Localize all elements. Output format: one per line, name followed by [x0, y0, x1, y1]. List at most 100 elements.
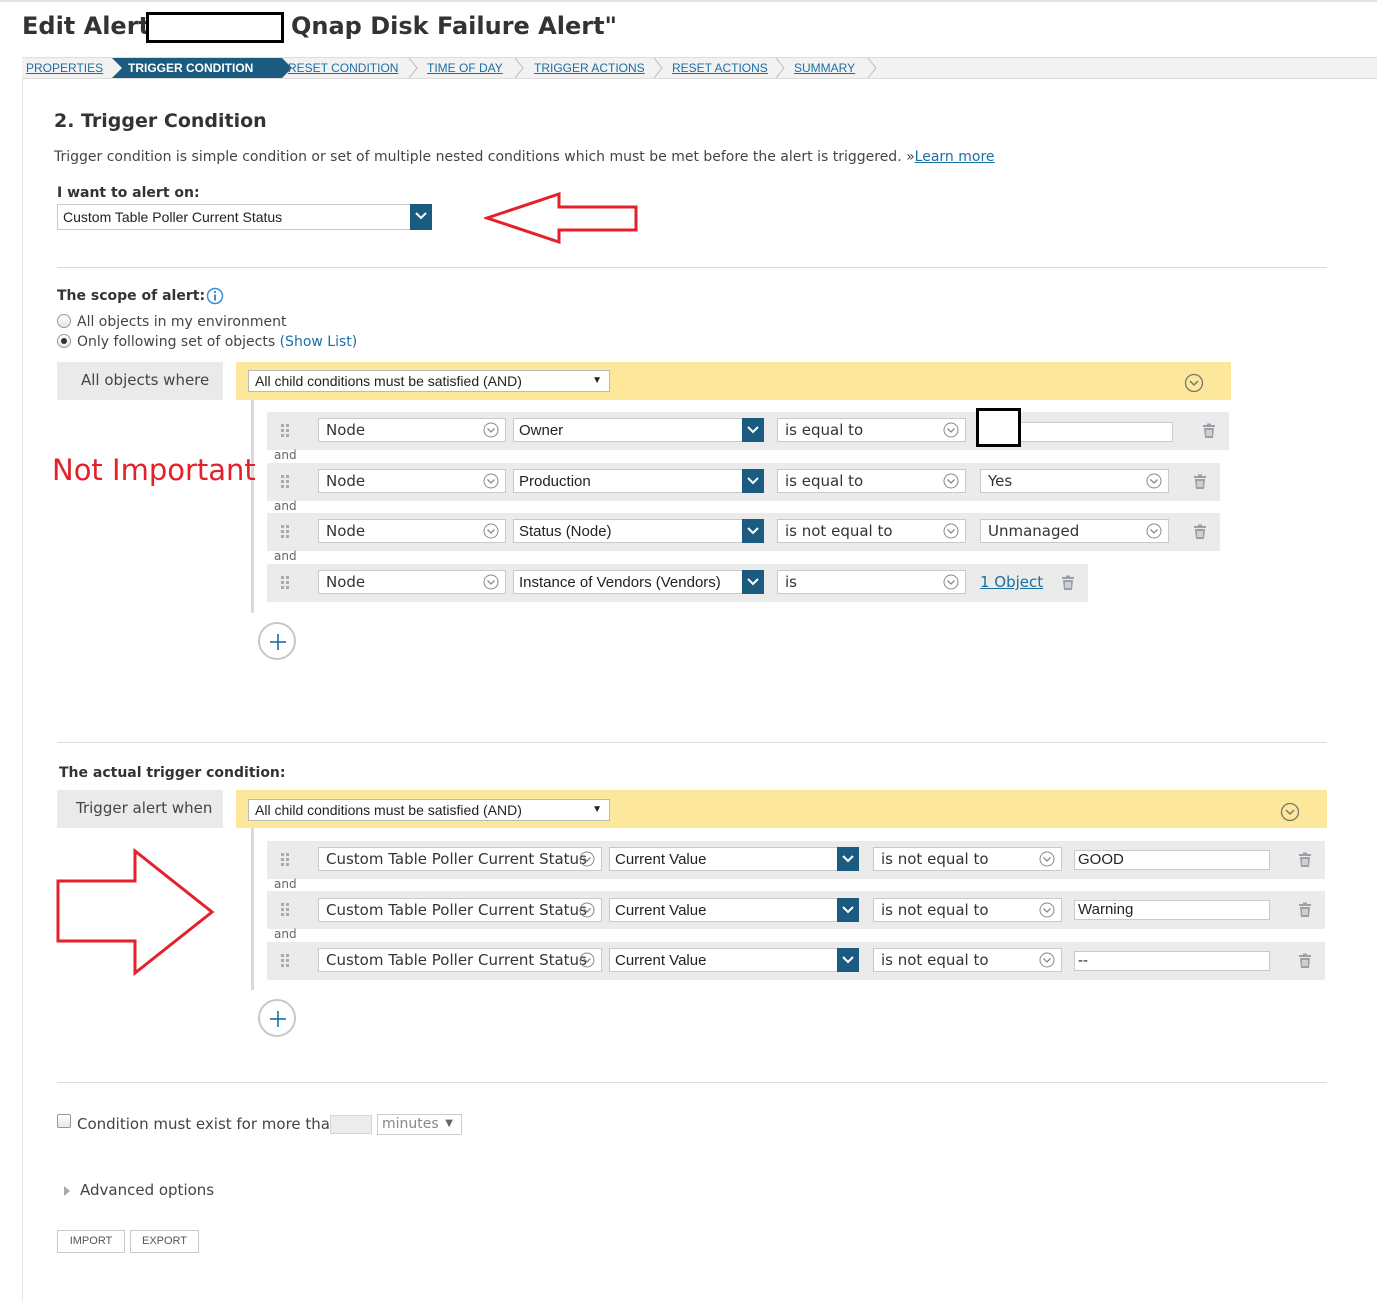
condition-operator-select[interactable]: is not equal to — [873, 847, 1062, 871]
condition-field-select[interactable]: Status (Node) — [513, 519, 764, 543]
trigger-label: The actual trigger condition: — [59, 765, 286, 781]
crumb-trigger-actions[interactable]: TRIGGER ACTIONS — [534, 58, 645, 78]
condition-value-text: Warning — [1078, 901, 1134, 918]
crumb-trigger-condition[interactable]: TRIGGER CONDITION — [128, 58, 253, 78]
info-icon[interactable] — [206, 287, 224, 305]
condition-field-select[interactable]: Owner — [513, 418, 764, 442]
drag-handle-icon[interactable] — [281, 903, 291, 917]
minutes-input[interactable] — [330, 1115, 372, 1134]
minutes-unit-value: minutes — [382, 1116, 439, 1132]
chevron-down-icon — [742, 469, 764, 493]
drag-handle-icon[interactable] — [281, 475, 291, 489]
add-scope-condition-button[interactable] — [258, 622, 296, 660]
condition-field-value: Current Value — [615, 952, 707, 969]
condition-object-select[interactable]: Node — [318, 418, 506, 442]
and-label: and — [274, 549, 297, 563]
crumb-reset-actions[interactable]: RESET ACTIONS — [672, 58, 768, 78]
chevron-down-icon — [483, 422, 499, 438]
condition-operator-select[interactable]: is — [777, 570, 966, 594]
condition-operator-select[interactable]: is equal to — [777, 469, 966, 493]
add-trigger-condition-button[interactable] — [258, 999, 296, 1037]
trash-icon[interactable] — [1297, 953, 1313, 969]
page-title-suffix: Qnap Disk Failure Alert" — [291, 12, 618, 40]
condition-operator-select[interactable]: is not equal to — [777, 519, 966, 543]
chevron-down-icon — [1039, 902, 1055, 918]
learn-more-link[interactable]: Learn more — [915, 149, 995, 165]
collapse-group-icon[interactable] — [1184, 373, 1204, 393]
condition-field-select[interactable]: Current Value — [609, 847, 859, 871]
drag-handle-icon[interactable] — [281, 576, 291, 590]
condition-operator-value: is — [785, 573, 797, 591]
condition-exist-checkbox[interactable] — [57, 1114, 71, 1128]
alert-on-select[interactable]: Custom Table Poller Current Status — [57, 204, 432, 230]
drag-handle-icon[interactable] — [281, 853, 291, 867]
scope-following-radio[interactable] — [57, 334, 71, 348]
condition-field-select[interactable]: Instance of Vendors (Vendors) — [513, 570, 764, 594]
condition-value-input[interactable]: Warning — [1074, 900, 1270, 920]
condition-object-select[interactable]: Node — [318, 519, 506, 543]
show-list-link[interactable]: (Show List) — [280, 334, 358, 350]
and-label: and — [274, 927, 297, 941]
trash-icon[interactable] — [1192, 474, 1208, 490]
condition-object-value: Custom Table Poller Current Status — [326, 850, 587, 868]
condition-object-select[interactable]: Node — [318, 570, 506, 594]
drag-handle-icon[interactable] — [281, 525, 291, 539]
condition-operator-value: is not equal to — [881, 901, 989, 919]
crumb-reset-condition[interactable]: RESET CONDITION — [288, 58, 398, 78]
condition-operator-select[interactable]: is not equal to — [873, 948, 1062, 972]
expand-triangle-icon[interactable] — [63, 1185, 71, 1197]
scope-group-label: All objects where — [57, 362, 223, 400]
crumb-properties[interactable]: PROPERTIES — [26, 58, 103, 78]
condition-object-select[interactable]: Custom Table Poller Current Status — [318, 948, 602, 972]
trash-icon[interactable] — [1297, 902, 1313, 918]
condition-object-select[interactable]: Node — [318, 469, 506, 493]
trigger-group-label-text: Trigger alert when — [76, 799, 213, 817]
minutes-unit-select[interactable]: minutes ▼ — [377, 1114, 462, 1135]
condition-field-select[interactable]: Production — [513, 469, 764, 493]
chevron-down-icon — [579, 851, 595, 867]
one-object-link[interactable]: 1 Object — [980, 573, 1043, 591]
trigger-group-operator-select[interactable]: All child conditions must be satisfied (… — [248, 799, 610, 821]
plus-icon — [270, 634, 286, 650]
drag-handle-icon[interactable] — [281, 954, 291, 968]
condition-object-select[interactable]: Custom Table Poller Current Status — [318, 898, 602, 922]
condition-field-select[interactable]: Current Value — [609, 948, 859, 972]
condition-value-input[interactable]: GOOD — [1074, 850, 1270, 870]
trash-icon[interactable] — [1297, 852, 1313, 868]
condition-operator-select[interactable]: is equal to — [777, 418, 966, 442]
condition-value-select[interactable]: Yes — [980, 469, 1169, 493]
trash-icon[interactable] — [1201, 423, 1217, 439]
condition-object-value: Custom Table Poller Current Status — [326, 951, 587, 969]
top-border — [0, 0, 1377, 2]
condition-object-select[interactable]: Custom Table Poller Current Status — [318, 847, 602, 871]
plus-icon — [270, 1011, 286, 1027]
chevron-down-icon — [1039, 851, 1055, 867]
condition-value-input[interactable]: -- — [1074, 951, 1270, 971]
scope-group-operator-select[interactable]: All child conditions must be satisfied (… — [248, 370, 610, 392]
scope-all-radio[interactable] — [57, 314, 71, 328]
import-button[interactable]: IMPORT — [57, 1230, 125, 1253]
alert-on-value: Custom Table Poller Current Status — [63, 209, 283, 225]
trash-icon[interactable] — [1192, 524, 1208, 540]
condition-field-value: Status (Node) — [519, 523, 612, 540]
collapse-group-icon[interactable] — [1280, 802, 1300, 822]
condition-value-select[interactable]: Unmanaged — [980, 519, 1169, 543]
scope-all-label: All objects in my environment — [77, 314, 287, 330]
crumb-time-of-day[interactable]: TIME OF DAY — [427, 58, 503, 78]
advanced-options-toggle[interactable]: Advanced options — [80, 1181, 214, 1199]
condition-operator-select[interactable]: is not equal to — [873, 898, 1062, 922]
condition-operator-value: is not equal to — [881, 951, 989, 969]
scope-group-operator-value: All child conditions must be satisfied (… — [255, 373, 522, 389]
chevron-down-icon — [943, 473, 959, 489]
and-label: and — [274, 499, 297, 513]
condition-field-select[interactable]: Current Value — [609, 898, 859, 922]
crumb-summary[interactable]: SUMMARY — [794, 58, 855, 78]
condition-value-text: GOOD — [1078, 851, 1124, 868]
chevron-down-icon — [742, 418, 764, 442]
drag-handle-icon[interactable] — [281, 424, 291, 438]
not-important-annotation: Not Important — [52, 453, 256, 487]
export-button[interactable]: EXPORT — [130, 1230, 199, 1253]
condition-field-value: Production — [519, 473, 591, 490]
scope-following-label: Only following set of objects (Show List… — [77, 334, 357, 350]
trash-icon[interactable] — [1060, 575, 1076, 591]
